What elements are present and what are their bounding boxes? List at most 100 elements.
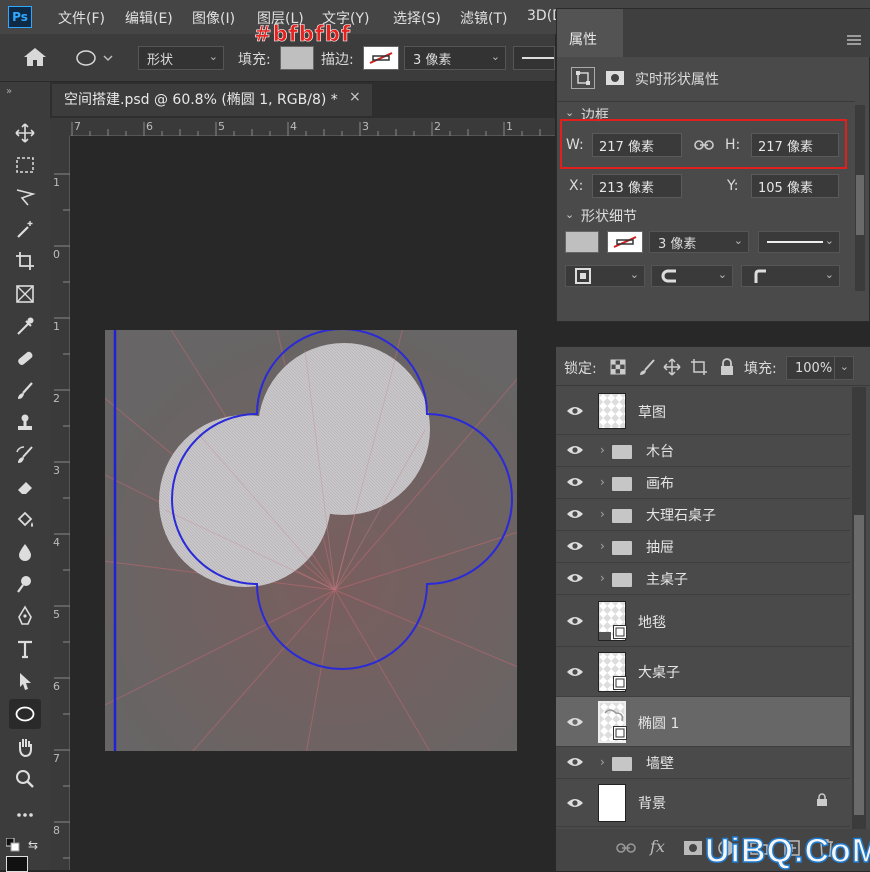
visibility-eye-icon[interactable]	[566, 571, 584, 585]
lock-all-icon[interactable]	[719, 358, 735, 380]
lock-artboard-icon[interactable]	[690, 358, 708, 380]
menu-file[interactable]: 文件(F)	[58, 8, 105, 28]
section-collapse-icon[interactable]: ⌄	[565, 208, 574, 221]
stroke-align-select[interactable]: ⌄	[565, 265, 645, 287]
swap-colors-icon[interactable]: ⇆	[28, 838, 38, 852]
expand-group-icon[interactable]: ›	[600, 755, 605, 769]
healing-brush-tool-icon[interactable]	[9, 343, 41, 373]
visibility-eye-icon[interactable]	[566, 443, 584, 457]
move-tool-icon[interactable]	[9, 118, 41, 148]
shape-properties-icon[interactable]	[571, 67, 595, 89]
blur-tool-icon[interactable]	[9, 537, 41, 567]
expand-group-icon[interactable]: ›	[600, 507, 605, 521]
lock-image-pixels-icon[interactable]	[638, 358, 656, 380]
add-mask-icon[interactable]	[684, 841, 702, 859]
brush-tool-icon[interactable]	[9, 376, 41, 406]
shape-fill-swatch[interactable]	[565, 231, 599, 253]
layer-row[interactable]: 地毯	[556, 595, 850, 647]
layer-group-row[interactable]: › 抽屉	[556, 531, 850, 563]
tab-properties[interactable]: 属性	[557, 9, 623, 57]
visibility-eye-icon[interactable]	[566, 404, 584, 418]
collapse-toolbar-icon[interactable]: »	[6, 86, 12, 97]
fill-color-swatch[interactable]	[280, 46, 314, 70]
default-colors-icon[interactable]	[5, 837, 20, 856]
document-tab[interactable]: 空间搭建.psd @ 60.8% (椭圆 1, RGB/8) * ×	[52, 84, 372, 116]
expand-group-icon[interactable]: ›	[600, 571, 605, 585]
canvas-artboard[interactable]	[105, 330, 517, 751]
ellipse-tool-preset-icon[interactable]	[74, 48, 114, 72]
close-tab-icon[interactable]: ×	[349, 89, 361, 105]
width-input[interactable]: 217 像素	[592, 133, 682, 157]
marquee-tool-icon[interactable]	[9, 150, 41, 180]
fill-opacity-dropdown[interactable]: ⌄	[834, 356, 854, 380]
horizontal-ruler[interactable]: 7 6 5 4 3 2 1	[70, 118, 555, 136]
lasso-tool-icon[interactable]	[9, 182, 41, 212]
layer-group-row[interactable]: › 画布	[556, 467, 850, 499]
y-position-input[interactable]: 105 像素	[751, 174, 839, 198]
visibility-eye-icon[interactable]	[566, 507, 584, 521]
layers-scrollbar[interactable]	[852, 387, 866, 829]
expand-group-icon[interactable]: ›	[600, 443, 605, 457]
stroke-width-select[interactable]: 3 像素 ⌄	[404, 46, 506, 70]
shape-stroke-width-select[interactable]: 3 像素 ⌄	[649, 231, 749, 253]
layer-group-row[interactable]: › 木台	[556, 435, 850, 467]
menu-filter[interactable]: 滤镜(T)	[460, 8, 507, 28]
type-tool-icon[interactable]	[9, 634, 41, 664]
lock-position-icon[interactable]	[663, 358, 681, 380]
visibility-eye-icon[interactable]	[566, 796, 584, 810]
eyedropper-tool-icon[interactable]	[9, 311, 41, 341]
crop-tool-icon[interactable]	[9, 246, 41, 276]
visibility-eye-icon[interactable]	[566, 665, 584, 679]
layer-row[interactable]: 草图	[556, 387, 850, 435]
vertical-ruler[interactable]: 1 0 1 2 3 4 5 6 7 8	[50, 136, 70, 870]
history-brush-tool-icon[interactable]	[9, 440, 41, 470]
layer-group-row[interactable]: › 墙壁	[556, 747, 850, 779]
menu-image[interactable]: 图像(I)	[192, 8, 235, 28]
shape-mode-select[interactable]: 形状 ⌄	[138, 46, 224, 70]
eraser-tool-icon[interactable]	[9, 472, 41, 502]
properties-scrollbar[interactable]	[855, 105, 865, 291]
visibility-eye-icon[interactable]	[566, 755, 584, 769]
layer-row-selected[interactable]: 椭圆 1	[556, 697, 850, 747]
shape-stroke-width-value: 3 像素	[658, 236, 697, 252]
visibility-eye-icon[interactable]	[566, 539, 584, 553]
link-dimensions-icon[interactable]	[694, 138, 714, 156]
layer-row[interactable]: 背景	[556, 779, 850, 827]
frame-tool-icon[interactable]	[9, 279, 41, 309]
panel-menu-icon[interactable]	[847, 33, 861, 45]
magic-wand-tool-icon[interactable]	[9, 214, 41, 244]
hand-tool-icon[interactable]	[9, 732, 41, 762]
shape-stroke-type-select[interactable]: ⌄	[758, 231, 840, 253]
zoom-tool-icon[interactable]	[9, 764, 41, 794]
visibility-eye-icon[interactable]	[566, 614, 584, 628]
mask-properties-icon[interactable]	[603, 67, 627, 89]
more-tools-icon[interactable]	[9, 800, 41, 830]
dodge-tool-icon[interactable]	[9, 569, 41, 599]
layer-group-row[interactable]: › 主桌子	[556, 563, 850, 595]
layer-row[interactable]: 大桌子	[556, 647, 850, 697]
stroke-caps-select[interactable]: ⌄	[651, 265, 733, 287]
height-input[interactable]: 217 像素	[751, 133, 839, 157]
visibility-eye-icon[interactable]	[566, 715, 584, 729]
layer-group-row[interactable]: › 大理石桌子	[556, 499, 850, 531]
clone-stamp-tool-icon[interactable]	[9, 408, 41, 438]
layer-effects-icon[interactable]: fx	[650, 837, 665, 856]
shape-stroke-swatch[interactable]	[607, 231, 643, 253]
ellipse-tool-icon[interactable]	[9, 699, 41, 729]
stroke-type-select[interactable]	[513, 46, 555, 70]
expand-group-icon[interactable]: ›	[600, 539, 605, 553]
path-selection-tool-icon[interactable]	[9, 666, 41, 696]
home-icon[interactable]	[22, 46, 48, 72]
menu-select[interactable]: 选择(S)	[393, 8, 441, 28]
paint-bucket-tool-icon[interactable]	[9, 505, 41, 535]
menu-edit[interactable]: 编辑(E)	[125, 8, 173, 28]
stroke-color-swatch[interactable]	[363, 46, 399, 70]
stroke-corners-select[interactable]: ⌄	[741, 265, 840, 287]
link-layers-icon[interactable]	[616, 841, 636, 859]
lock-transparent-pixels-icon[interactable]	[610, 359, 626, 379]
section-collapse-icon[interactable]: ⌄	[565, 106, 574, 119]
pen-tool-icon[interactable]	[9, 601, 41, 631]
visibility-eye-icon[interactable]	[566, 475, 584, 489]
expand-group-icon[interactable]: ›	[600, 475, 605, 489]
x-position-input[interactable]: 213 像素	[592, 174, 682, 198]
